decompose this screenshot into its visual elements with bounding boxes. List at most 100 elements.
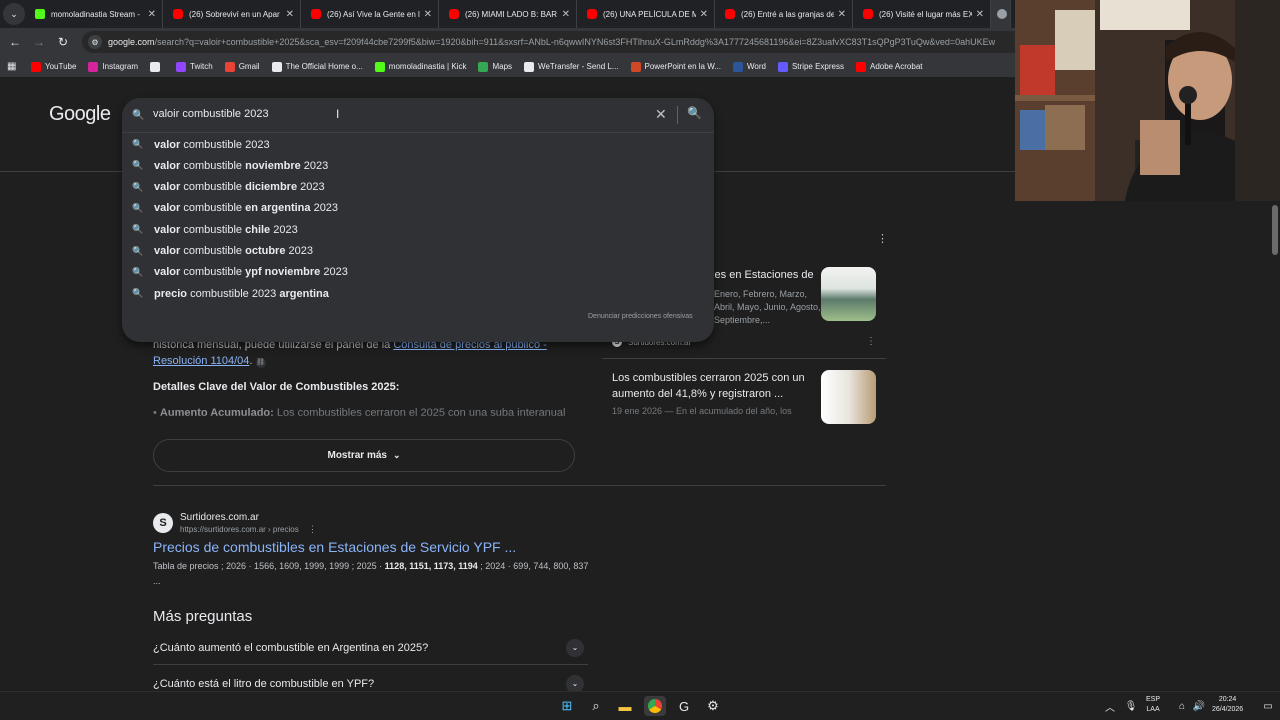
search-suggestion[interactable]: 🔍 valor combustible octubre 2023 <box>122 241 714 262</box>
bookmark-favicon-icon <box>374 61 385 72</box>
more-questions-heading: Más preguntas <box>153 608 253 625</box>
chevron-up-icon[interactable]: ︿ <box>1100 696 1120 716</box>
close-tab-icon[interactable]: ✕ <box>838 9 846 20</box>
microphone-icon[interactable]: 🎙 <box>1121 696 1141 716</box>
site-favicon-icon: S <box>153 513 173 533</box>
question-item[interactable]: ¿Cuánto está el litro de combustible en … <box>153 667 588 691</box>
report-predictions-link[interactable]: Denunciar predicciones ofensivas <box>588 313 693 320</box>
reload-button[interactable]: ↻ <box>51 35 75 49</box>
browser-tab[interactable]: (26) UNA PELÍCULA DE M ✕ <box>577 0 715 28</box>
youtube-icon <box>725 9 735 19</box>
suggestion-fragment: 2023 <box>285 245 313 257</box>
browser-tab[interactable]: (26) Así Vive la Gente en l ✕ <box>301 0 439 28</box>
suggestion-fragment: 2023 <box>297 181 325 194</box>
tab-search-button[interactable]: ⌄ <box>3 3 25 25</box>
browser-tab[interactable]: (26) Sobreviví en un Apar ✕ <box>163 0 301 28</box>
x-icon <box>150 61 161 72</box>
bookmark-label: momoladinastia | Kick <box>388 62 467 71</box>
close-tab-icon[interactable]: ✕ <box>976 9 984 20</box>
clock[interactable]: 20:24 26/4/2026 <box>1212 695 1243 715</box>
article-thumbnail <box>821 267 876 321</box>
link-icon[interactable]: ⛓ <box>255 358 266 368</box>
clear-search-button[interactable]: ✕ <box>655 106 667 123</box>
logitech-g-icon[interactable]: G <box>674 696 694 716</box>
tab-title: (26) Visité el lugar más EX <box>879 9 972 19</box>
more-options-icon[interactable]: ⋮ <box>877 232 888 245</box>
search-suggestion[interactable]: 🔍 precio combustible 2023 argentina <box>122 283 714 304</box>
bookmark-item[interactable]: Maps <box>478 61 512 72</box>
apps-grid-icon[interactable]: ▦ <box>7 61 21 72</box>
scrollbar-thumb[interactable] <box>1272 205 1278 255</box>
settings-gear-icon[interactable]: ⚙ <box>703 696 723 716</box>
tab-current[interactable] <box>991 0 1011 28</box>
result-title-link[interactable]: Precios de combustibles en Estaciones de… <box>153 539 516 555</box>
more-options-icon[interactable]: ⋮ <box>866 336 876 347</box>
bookmark-label: PowerPoint en la W... <box>644 62 721 71</box>
suggestion-fragment: ypf noviembre <box>245 266 321 279</box>
search-submit-button[interactable]: 🔍 <box>687 106 702 120</box>
bookmark-item[interactable]: Twitch <box>176 61 213 72</box>
suggestion-fragment: combustible <box>180 159 246 172</box>
forward-button[interactable]: → <box>27 35 51 49</box>
bookmark-item[interactable]: PowerPoint en la W... <box>630 61 721 72</box>
address-bar[interactable]: ⚙ google.com/search?q=valoir+combustible… <box>82 31 1082 53</box>
suggestion-fragment: diciembre <box>245 181 298 194</box>
search-suggestion[interactable]: 🔍 valor combustible ypf noviembre 2023 <box>122 262 714 283</box>
tab-title: (26) UNA PELÍCULA DE M <box>603 9 696 19</box>
close-tab-icon[interactable]: ✕ <box>148 9 156 20</box>
search-icon[interactable]: ⌕ <box>586 696 606 716</box>
more-options-icon[interactable]: ⋮ <box>308 524 317 535</box>
file-explorer-icon[interactable]: ▬ <box>615 696 635 716</box>
side-card-snippet: 19 ene 2026 — En el acumulado del año, l… <box>612 406 792 416</box>
show-more-button[interactable]: Mostrar más ⌄ <box>153 439 575 472</box>
search-suggestion[interactable]: 🔍 valor combustible noviembre 2023 <box>122 155 714 176</box>
volume-icon[interactable]: 🔊 <box>1189 696 1209 716</box>
search-input[interactable]: valoir combustible 2023 <box>153 108 269 120</box>
suggestion-fragment: en argentina <box>245 202 311 215</box>
close-tab-icon[interactable]: ✕ <box>424 9 432 20</box>
google-logo[interactable]: Google <box>49 103 111 126</box>
browser-tab[interactable]: (26) Visité el lugar más EX ✕ <box>853 0 991 28</box>
suggestion-fragment: 2023 <box>300 159 329 172</box>
side-card-2[interactable]: Los combustibles cerraron 2025 con un au… <box>602 369 886 425</box>
back-button[interactable]: ← <box>3 35 27 49</box>
search-suggestion[interactable]: 🔍 valor combustible en argentina 2023 <box>122 198 714 219</box>
bookmark-item[interactable]: YouTube <box>31 61 76 72</box>
bookmark-item[interactable]: Word <box>733 61 766 72</box>
bookmark-item[interactable]: Stripe Express <box>777 61 844 72</box>
search-suggestion[interactable]: 🔍 valor combustible diciembre 2023 <box>122 177 714 198</box>
bookmark-item[interactable]: momoladinastia | Kick <box>374 61 467 72</box>
result-url[interactable]: https://surtidores.com.ar › precios <box>180 525 299 534</box>
bookmark-label: Word <box>747 62 766 71</box>
language-indicator[interactable]: ESP LAA <box>1146 695 1160 715</box>
site-info-icon[interactable]: ⚙ <box>88 35 102 49</box>
close-tab-icon[interactable]: ✕ <box>286 9 294 20</box>
bookmark-item[interactable]: The Official Home o... <box>271 61 363 72</box>
notifications-icon[interactable]: ▭ <box>1258 696 1278 716</box>
bookmark-item[interactable]: Adobe Acrobat <box>856 61 922 72</box>
chrome-icon[interactable] <box>644 696 666 716</box>
article-thumbnail <box>821 370 876 424</box>
screen: ⌄ momoladinastia Stream - ✕ (26) Sobreviví… <box>0 0 1280 720</box>
kick-icon <box>35 9 45 19</box>
result-site-name[interactable]: Surtidores.com.ar <box>180 512 259 523</box>
bookmark-item[interactable]: Gmail <box>224 61 260 72</box>
search-suggestion[interactable]: 🔍 valor combustible 2023 <box>122 134 714 155</box>
close-tab-icon[interactable]: ✕ <box>700 9 708 20</box>
windows-start-icon[interactable]: ⊞ <box>557 696 577 716</box>
search-suggestion[interactable]: 🔍 valor combustible chile 2023 <box>122 219 714 240</box>
browser-tab[interactable]: momoladinastia Stream - ✕ <box>25 0 163 28</box>
search-icon: 🔍 <box>132 266 144 277</box>
bookmark-item[interactable]: Instagram <box>88 61 138 72</box>
youtube-icon <box>863 9 873 19</box>
close-tab-icon[interactable]: ✕ <box>562 9 570 20</box>
windows-taskbar: ⊞ ⌕ ▬ G ⚙ ︿ 🎙 ESP LAA ⌂ 🔊 20:24 26/4/202… <box>0 691 1280 720</box>
browser-tab[interactable]: (26) MIAMI LADO B: BAR ✕ <box>439 0 577 28</box>
suggestion-text: valor combustible en argentina 2023 <box>154 202 338 214</box>
bookmark-item[interactable] <box>150 61 164 72</box>
question-item[interactable]: ¿Cuánto aumentó el combustible en Argent… <box>153 631 588 665</box>
suggestion-fragment: 2023 <box>270 223 298 236</box>
browser-tab[interactable]: (26) Entré a las granjas de ✕ <box>715 0 853 28</box>
suggestion-fragment: combustible <box>180 202 246 215</box>
bookmark-item[interactable]: WeTransfer - Send L... <box>524 61 619 72</box>
